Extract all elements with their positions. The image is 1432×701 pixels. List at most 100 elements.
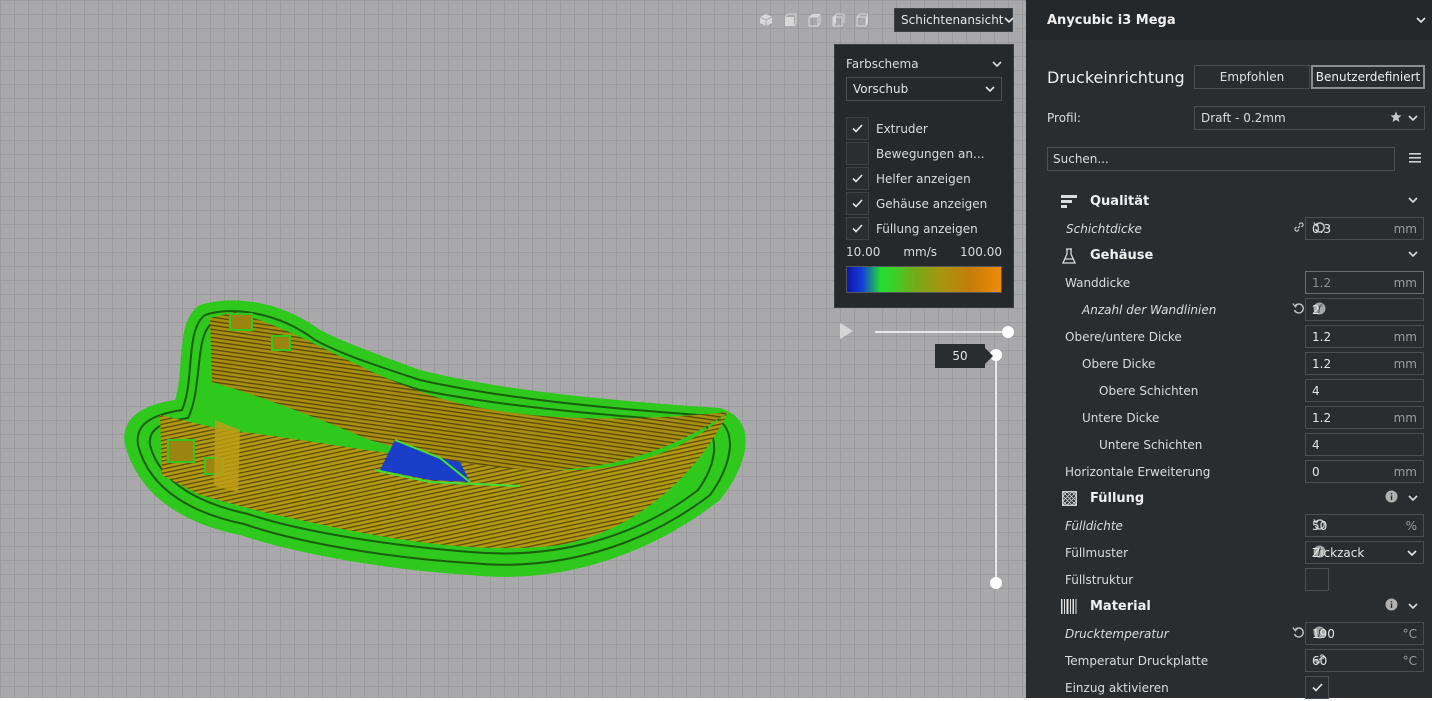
play-icon[interactable] — [838, 322, 854, 343]
profile-row: Profil: Draft - 0.2mm — [1047, 105, 1425, 131]
visibility-option[interactable]: Bewegungen an... — [846, 141, 1002, 166]
category-label: Material — [1090, 599, 1151, 614]
field-unit: mm — [1393, 410, 1417, 425]
visibility-checkbox[interactable] — [846, 167, 869, 190]
setting-layer-height: Schichtdicke 0.3 mm — [1026, 215, 1432, 242]
cube-top-icon[interactable] — [804, 10, 824, 30]
field-value: 1.2 — [1312, 356, 1332, 371]
reset-icon[interactable] — [1292, 626, 1305, 642]
setting-label: Obere Dicke — [1082, 356, 1156, 371]
setting-infill-density: Fülldichte 50% — [1026, 512, 1432, 539]
camera-view-toolbar — [756, 10, 872, 30]
3d-viewport[interactable]: Schichtenansicht Farbschema Vorschub Ext… — [0, 0, 1026, 698]
material-icon — [1060, 598, 1078, 616]
retraction-checkbox[interactable] — [1305, 676, 1329, 699]
field-unit: mm — [1393, 464, 1417, 479]
top-layers-field[interactable]: 4 — [1305, 379, 1424, 402]
horizontal-expansion-field[interactable]: 0 mm — [1305, 460, 1424, 483]
infill-density-field[interactable]: 50% — [1305, 514, 1424, 537]
visibility-checkbox[interactable] — [846, 192, 869, 215]
profile-select[interactable]: Draft - 0.2mm — [1194, 106, 1425, 130]
layer-number-label[interactable]: 50 — [935, 344, 993, 368]
visibility-checkbox[interactable] — [846, 117, 869, 140]
color-scheme-select[interactable]: Vorschub — [846, 77, 1002, 101]
helper-block — [229, 313, 253, 331]
top-bottom-thickness-field[interactable]: 1.2 mm — [1305, 325, 1424, 348]
visibility-checkbox[interactable] — [846, 217, 869, 240]
setting-top-thickness: Obere Dicke 1.2 mm — [1026, 350, 1432, 377]
layer-slider-track[interactable] — [995, 354, 997, 584]
visibility-option[interactable]: Füllung anzeigen — [846, 216, 1002, 241]
setting-label: Fülldichte — [1065, 518, 1123, 533]
bed-temperature-field[interactable]: 60 °C — [1305, 649, 1424, 672]
bottom-thickness-field[interactable]: 1.2 mm — [1305, 406, 1424, 429]
view-mode-select[interactable]: Schichtenansicht — [894, 8, 1014, 32]
settings-search-input[interactable] — [1047, 147, 1395, 171]
category-shell[interactable]: Gehäuse — [1026, 242, 1432, 269]
top-thickness-field[interactable]: 1.2 mm — [1305, 352, 1424, 375]
chevron-down-icon — [992, 57, 1002, 71]
printer-selector[interactable]: Anycubic i3 Mega — [1026, 0, 1432, 40]
visibility-option[interactable]: Helfer anzeigen — [846, 166, 1002, 191]
infill-pattern-select[interactable]: Zickzack — [1305, 541, 1424, 564]
cube-right-icon[interactable] — [852, 10, 872, 30]
category-infill[interactable]: Füllung — [1026, 485, 1432, 512]
field-value: 60 — [1312, 653, 1328, 668]
category-material[interactable]: Material — [1026, 593, 1432, 620]
field-unit: °C — [1402, 653, 1417, 668]
visibility-option[interactable]: Gehäuse anzeigen — [846, 191, 1002, 216]
link-icon[interactable] — [1293, 221, 1305, 237]
star-icon[interactable] — [1390, 111, 1402, 126]
setting-bottom-layers: Untere Schichten 4 — [1026, 431, 1432, 458]
layer-number: 50 — [952, 349, 968, 363]
chevron-down-icon — [1408, 193, 1418, 207]
field-value: 1.2 — [1312, 410, 1332, 425]
menu-icon[interactable] — [1409, 152, 1421, 166]
category-quality[interactable]: Qualität — [1026, 188, 1432, 215]
visibility-label: Füllung anzeigen — [876, 221, 978, 236]
scale-unit: mm/s — [903, 245, 938, 259]
setting-horizontal-expansion: Horizontale Erweiterung 0 mm — [1026, 458, 1432, 485]
checkmark-icon — [852, 172, 863, 186]
visibility-label: Helfer anzeigen — [876, 171, 971, 186]
custom-label: Benutzerdefiniert — [1315, 70, 1421, 84]
cube-3d-icon[interactable] — [756, 10, 776, 30]
color-scheme-header[interactable]: Farbschema — [846, 53, 1002, 75]
field-unit: % — [1405, 518, 1417, 533]
visibility-option[interactable]: Extruder — [846, 116, 1002, 141]
cube-left-icon[interactable] — [828, 10, 848, 30]
cube-front-icon[interactable] — [780, 10, 800, 30]
path-slider-handle[interactable] — [1002, 326, 1014, 338]
reset-icon[interactable] — [1292, 302, 1305, 318]
field-value: 50 — [1312, 518, 1328, 533]
chevron-down-icon — [1408, 247, 1418, 261]
recommended-mode-button[interactable]: Empfohlen — [1194, 65, 1310, 89]
chevron-down-icon — [985, 82, 995, 96]
setting-label: Füllmuster — [1065, 545, 1129, 560]
field-value: 2 — [1312, 302, 1320, 317]
settings-list: Qualität Schichtdicke 0.3 mm Gehäuse Wand… — [1026, 188, 1432, 701]
color-scheme-value: Vorschub — [853, 82, 909, 96]
checkmark-icon — [852, 222, 863, 236]
custom-mode-button[interactable]: Benutzerdefiniert — [1311, 65, 1425, 89]
chevron-down-icon — [1408, 111, 1418, 125]
color-scheme-title: Farbschema — [846, 57, 919, 71]
info-icon[interactable] — [1385, 490, 1398, 506]
setting-print-temperature: Drucktemperatur f 190 °C — [1026, 620, 1432, 647]
visibility-checkbox[interactable] — [846, 142, 869, 165]
info-icon[interactable] — [1385, 598, 1398, 614]
setting-infill-structure: Füllstruktur — [1026, 566, 1432, 593]
wall-thickness-field[interactable]: 1.2 mm — [1305, 271, 1424, 294]
print-temperature-field[interactable]: 190 °C — [1305, 622, 1424, 645]
print-setup-row: Druckeinrichtung Empfohlen Benutzerdefin… — [1047, 63, 1427, 91]
setting-label: Drucktemperatur — [1065, 626, 1169, 641]
chevron-down-icon — [1408, 599, 1418, 613]
path-slider-track[interactable] — [875, 331, 1008, 333]
infill-structure-checkbox[interactable] — [1305, 568, 1329, 591]
checkmark-icon — [852, 197, 863, 211]
wall-line-count-field[interactable]: 2 — [1305, 298, 1424, 321]
bottom-layers-field[interactable]: 4 — [1305, 433, 1424, 456]
layer-slider-bottom-handle[interactable] — [990, 577, 1002, 589]
layer-height-field[interactable]: 0.3 mm — [1305, 217, 1424, 240]
chevron-down-icon — [1003, 13, 1014, 27]
